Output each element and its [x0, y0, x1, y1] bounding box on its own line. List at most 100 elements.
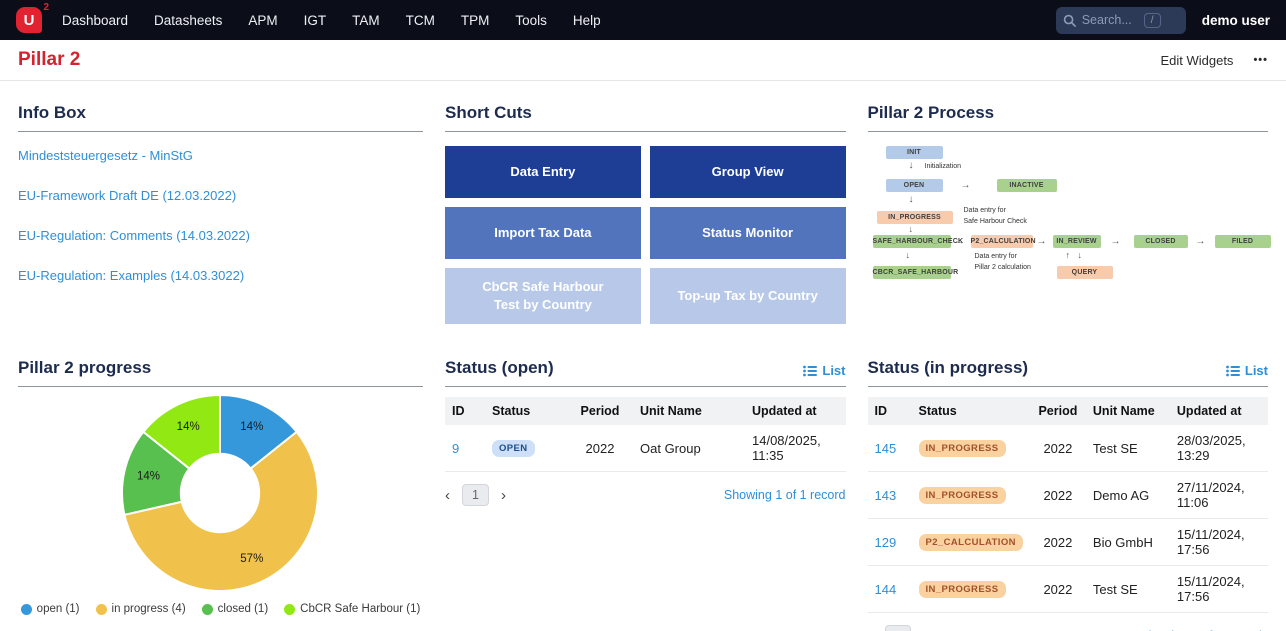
- nav-item-datasheets[interactable]: Datasheets: [154, 13, 222, 28]
- search-input[interactable]: [1082, 13, 1138, 27]
- process-node-inactive: INACTIVE: [997, 179, 1057, 192]
- status-open-table: IDStatusPeriodUnit NameUpdated at9OPEN20…: [445, 397, 846, 472]
- search-shortcut-badge: /: [1144, 13, 1161, 28]
- shortcut-status-monitor-button[interactable]: Status Monitor: [650, 207, 846, 259]
- arrow-right-icon: [955, 237, 965, 247]
- status-badge: OPEN: [492, 440, 535, 457]
- nav-item-tam[interactable]: TAM: [352, 13, 380, 28]
- column-header: Period: [1030, 397, 1086, 425]
- more-options-button[interactable]: •••: [1253, 54, 1268, 66]
- record-id-link[interactable]: 144: [875, 582, 897, 597]
- process-node-p2-calculation: P2_CALCULATION: [971, 235, 1033, 248]
- arrow-right-icon: [1196, 237, 1206, 247]
- record-id-link[interactable]: 9: [452, 441, 459, 456]
- process-note-p2-calc: Data entry for Pillar 2 calculation: [975, 252, 1031, 273]
- shortcut-data-entry-button[interactable]: Data Entry: [445, 146, 641, 198]
- process-node-closed: CLOSED: [1134, 235, 1188, 248]
- page-header: Pillar 2 Edit Widgets •••: [0, 40, 1286, 81]
- nav-item-igt[interactable]: IGT: [304, 13, 327, 28]
- process-widget: Pillar 2 Process INIT Initialization OPE…: [868, 93, 1269, 324]
- progress-chart-widget: Pillar 2 progress 14%57%14%14% open (1)i…: [18, 348, 423, 631]
- status-open-widget: Status (open) List IDStatusPeriodUnit Na…: [445, 348, 846, 631]
- info-link[interactable]: Mindeststeuergesetz - MinStG: [18, 148, 423, 163]
- process-title: Pillar 2 Process: [868, 103, 995, 123]
- segment-percent-label: 57%: [240, 553, 263, 565]
- shortcut-top-up-tax-button[interactable]: Top-up Tax by Country: [650, 268, 846, 324]
- legend-item[interactable]: open (1): [21, 603, 80, 615]
- arrow-down-icon: [1078, 251, 1083, 260]
- column-header: Updated at: [1170, 397, 1268, 425]
- table-row: 129P2_CALCULATION2022Bio GmbH15/11/2024,…: [868, 519, 1269, 566]
- column-header: Status: [912, 397, 1030, 425]
- legend-item[interactable]: in progress (4): [96, 603, 186, 615]
- arrow-down-icon: [909, 161, 914, 171]
- process-node-safe-harbour-check: SAFE_HARBOUR_CHECK: [873, 235, 951, 248]
- segment-percent-label: 14%: [177, 421, 200, 433]
- segment-percent-label: 14%: [137, 471, 160, 483]
- nav-item-tpm[interactable]: TPM: [461, 13, 490, 28]
- status-badge: P2_CALCULATION: [919, 534, 1023, 551]
- legend-item[interactable]: CbCR Safe Harbour (1): [284, 603, 420, 615]
- info-box-widget: Info Box Mindeststeuergesetz - MinStG EU…: [18, 93, 423, 324]
- status-in-progress-list-link[interactable]: List: [1226, 363, 1268, 378]
- shortcut-import-tax-data-button[interactable]: Import Tax Data: [445, 207, 641, 259]
- page-number-button[interactable]: 1: [462, 484, 489, 506]
- segment-percent-label: 14%: [240, 421, 263, 433]
- legend-color-dot: [202, 604, 213, 615]
- app-logo[interactable]: U 2: [16, 7, 42, 33]
- status-open-title: Status (open): [445, 358, 554, 378]
- info-link[interactable]: EU-Framework Draft DE (12.03.2022): [18, 188, 423, 203]
- process-node-in-progress: IN_PROGRESS: [877, 211, 953, 224]
- edit-widgets-button[interactable]: Edit Widgets: [1160, 53, 1233, 68]
- column-header: ID: [868, 397, 912, 425]
- info-link[interactable]: EU-Regulation: Examples (14.03.3022): [18, 268, 423, 283]
- legend-label: open (1): [37, 603, 80, 615]
- column-header: Updated at: [745, 397, 846, 425]
- info-link[interactable]: EU-Regulation: Comments (14.03.2022): [18, 228, 423, 243]
- prev-page-button[interactable]: ‹: [445, 488, 450, 503]
- status-open-pagination: ‹ 1 › Showing 1 of 1 record: [445, 484, 846, 506]
- record-id-link[interactable]: 129: [875, 535, 897, 550]
- nav-item-tcm[interactable]: TCM: [406, 13, 435, 28]
- shortcut-group-view-button[interactable]: Group View: [650, 146, 846, 198]
- arrow-down-icon: [909, 225, 914, 234]
- top-navigation-bar: U 2 Dashboard Datasheets APM IGT TAM TCM…: [0, 0, 1286, 40]
- arrow-right-icon: [961, 181, 971, 191]
- column-header: Unit Name: [1086, 397, 1170, 425]
- arrow-up-icon: [1066, 251, 1071, 260]
- process-note-initialization: Initialization: [925, 162, 962, 173]
- table-row: 145IN_PROGRESS2022Test SE28/03/2025, 13:…: [868, 425, 1269, 472]
- nav-item-apm[interactable]: APM: [248, 13, 277, 28]
- nav-item-tools[interactable]: Tools: [515, 13, 547, 28]
- next-page-button[interactable]: ›: [501, 488, 506, 503]
- record-id-link[interactable]: 145: [875, 441, 897, 456]
- status-open-list-link[interactable]: List: [803, 363, 845, 378]
- shortcut-cbcr-safe-harbour-button[interactable]: CbCR Safe Harbour Test by Country: [445, 268, 641, 324]
- legend-color-dot: [21, 604, 32, 615]
- donut-chart: 14% 57% 14% 14%: [18, 387, 423, 601]
- shortcut-grid: Data Entry Group View Import Tax Data St…: [445, 146, 846, 324]
- list-icon: [1226, 365, 1240, 377]
- search-icon: [1063, 14, 1076, 27]
- nav-item-help[interactable]: Help: [573, 13, 601, 28]
- legend-item[interactable]: closed (1): [202, 603, 269, 615]
- column-header: Unit Name: [633, 397, 745, 425]
- page-title: Pillar 2: [18, 49, 80, 71]
- column-header: ID: [445, 397, 485, 425]
- process-note-safe-harbour: Data entry for Safe Harbour Check: [964, 206, 1027, 227]
- page-number-button[interactable]: 1: [885, 625, 912, 631]
- legend-label: closed (1): [218, 603, 269, 615]
- nav-item-dashboard[interactable]: Dashboard: [62, 13, 128, 28]
- search-box[interactable]: /: [1056, 7, 1186, 34]
- status-badge: IN_PROGRESS: [919, 581, 1006, 598]
- user-menu[interactable]: demo user: [1202, 13, 1270, 28]
- info-links: Mindeststeuergesetz - MinStG EU-Framewor…: [18, 132, 423, 283]
- record-id-link[interactable]: 143: [875, 488, 897, 503]
- table-row: 9OPEN2022Oat Group14/08/2025, 11:35: [445, 425, 846, 472]
- legend-label: in progress (4): [112, 603, 186, 615]
- process-node-cbcr-safe-harbour: CBCR_SAFE_HARBOUR: [873, 266, 951, 279]
- status-badge: IN_PROGRESS: [919, 487, 1006, 504]
- logo-letter: U: [24, 12, 35, 29]
- column-header: Period: [567, 397, 633, 425]
- process-node-filed: FILED: [1215, 235, 1271, 248]
